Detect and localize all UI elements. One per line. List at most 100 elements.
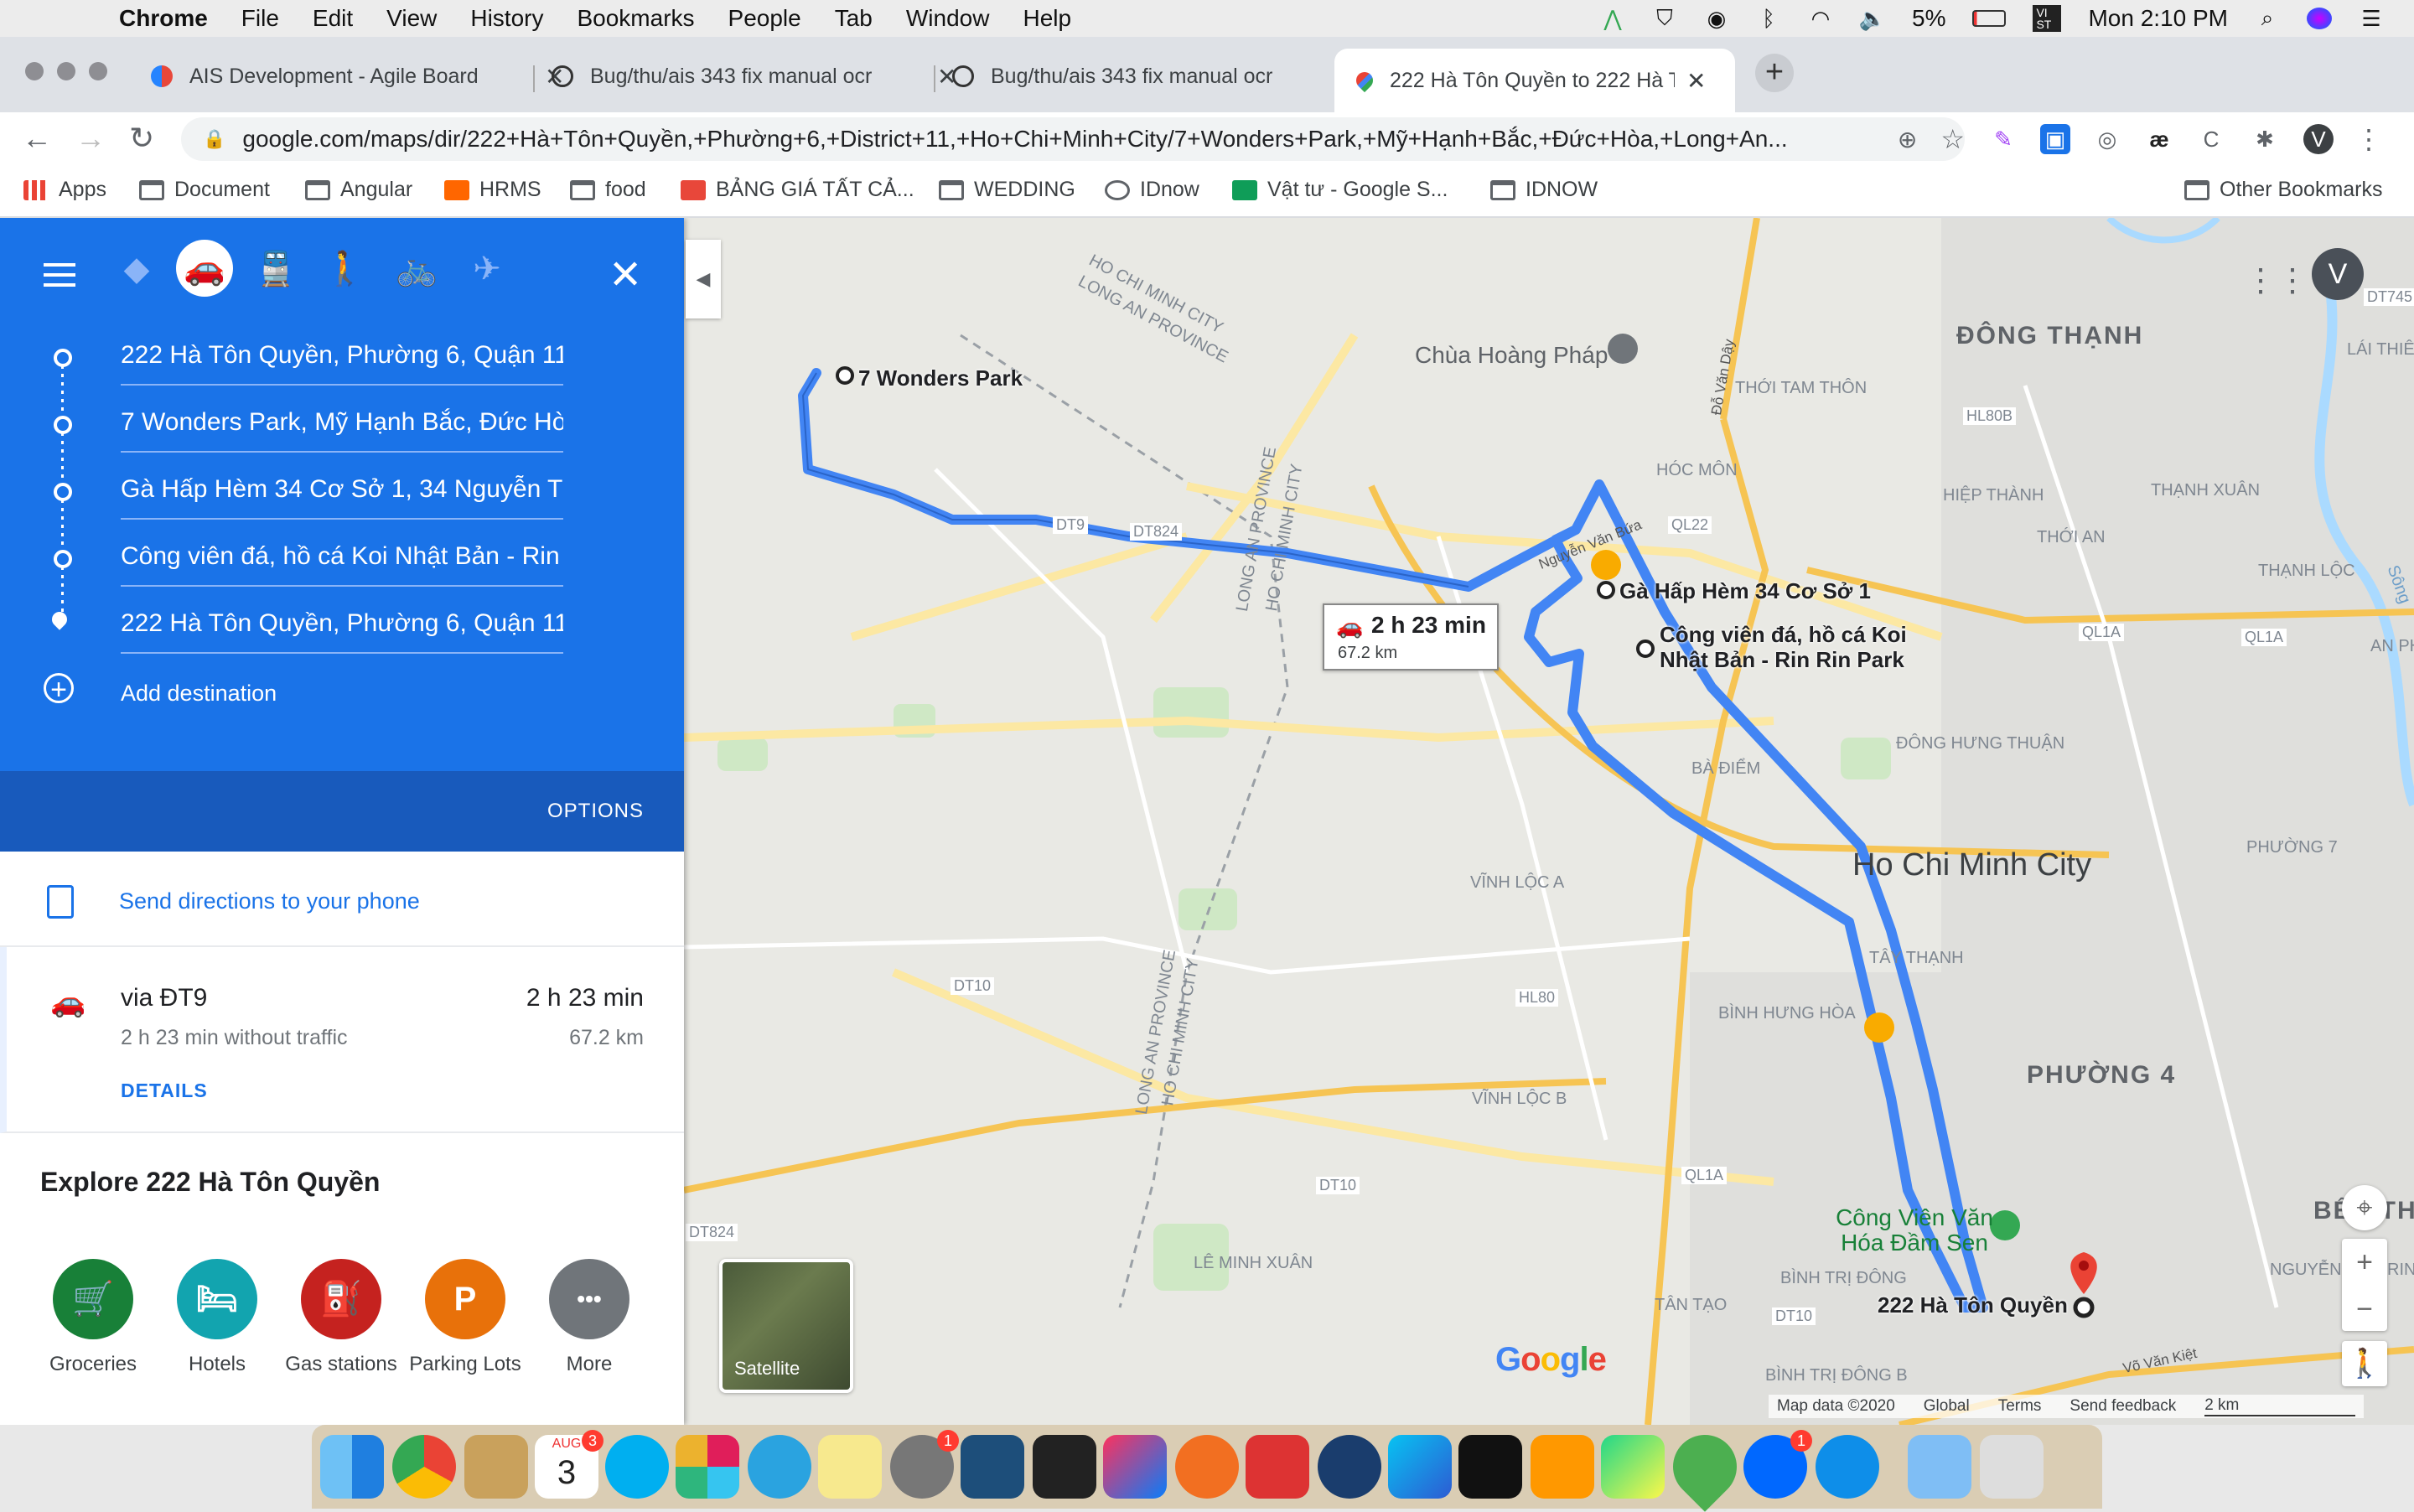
wifi-icon[interactable]: ◠ (1808, 6, 1833, 31)
label-ga-hap[interactable]: Gà Hấp Hèm 34 Cơ Sở 1 (1619, 578, 1871, 604)
downloads-folder-icon[interactable] (1908, 1435, 1971, 1499)
install-icon[interactable]: ⊕ (1898, 126, 1917, 153)
notification-center-icon[interactable]: ☰ (2359, 6, 2384, 31)
label-7-wonders[interactable]: 7 Wonders Park (858, 365, 1023, 391)
cycling-mode-icon[interactable]: 🚲 (394, 246, 439, 292)
my-location-icon[interactable]: ⌖ (2342, 1185, 2387, 1230)
telegram-icon[interactable] (748, 1435, 811, 1499)
label-dam-sen-park[interactable]: Công Viên Văn Hóa Đầm Sen (1831, 1205, 1998, 1256)
saved-place-star-icon[interactable] (1591, 550, 1621, 580)
explore-hotels[interactable]: 🛏 Hotels (156, 1259, 278, 1376)
send-feedback-link[interactable]: Send feedback (2070, 1397, 2176, 1416)
waypoint-input-2[interactable]: 7 Wonders Park, Mỹ Hạnh Bắc, Đức Hòa, Lo… (121, 402, 563, 453)
add-destination-button[interactable]: Add destination (121, 681, 277, 707)
saved-place-star-icon[interactable] (1864, 1012, 1894, 1043)
url-text[interactable]: google.com/maps/dir/222+Hà+Tôn+Quyền,+Ph… (242, 126, 1890, 153)
bookmark-idnow-folder[interactable]: IDNOW (1490, 178, 1598, 202)
webstorm-icon[interactable] (1388, 1435, 1452, 1499)
collapse-panel-button[interactable]: ◀ (686, 240, 721, 318)
bookmark-document[interactable]: Document (139, 178, 270, 202)
waypoint-input-destination[interactable]: 222 Hà Tôn Quyền, Phường 6, Quận 11, Thà… (121, 603, 563, 654)
satellite-layer-toggle[interactable]: Satellite (719, 1259, 853, 1393)
slack-icon[interactable] (676, 1435, 739, 1499)
system-preferences-icon[interactable]: 1 (890, 1430, 959, 1499)
postman-icon[interactable] (1175, 1435, 1239, 1499)
route-details-button[interactable]: DETAILS (121, 1080, 208, 1102)
notes-icon[interactable] (818, 1435, 882, 1499)
menu-edit[interactable]: Edit (313, 5, 353, 32)
map-viewport[interactable]: 7 Wonders Park Gà Hấp Hèm 34 Cơ Sở 1 Côn… (0, 218, 2414, 1425)
bookmark-angular[interactable]: Angular (305, 178, 412, 202)
window-zoom-button[interactable] (89, 62, 107, 80)
waypoint-input-4[interactable]: Công viên đá, hồ cá Koi Nhật Bản - Rin R… (121, 536, 563, 587)
chrome-menu-icon[interactable]: ⋮ (2354, 124, 2384, 154)
label-koi-park[interactable]: Công viên đá, hồ cá Koi Nhật Bản - Rin R… (1660, 622, 1928, 672)
input-source-icon[interactable]: VI ST (2033, 5, 2062, 32)
scale-bar[interactable]: 2 km (2204, 1396, 2356, 1416)
bookmark-vat-tu[interactable]: Vật tư - Google S... (1232, 178, 1448, 202)
flight-mode-icon[interactable]: ✈ (464, 246, 510, 292)
back-arrow-icon[interactable]: ← (22, 121, 52, 156)
best-route-mode-icon[interactable]: ◆ (114, 246, 159, 292)
window-close-button[interactable] (25, 62, 44, 80)
siri-icon[interactable] (2307, 8, 2332, 29)
bookmark-other[interactable]: Other Bookmarks (2184, 178, 2383, 202)
intellij-icon[interactable] (1103, 1435, 1167, 1499)
waypoint-home[interactable] (2073, 1297, 2095, 1318)
label-pagoda[interactable]: Chùa Hoàng Pháp (1415, 342, 1608, 369)
menubar-clock[interactable]: Mon 2:10 PM (2088, 5, 2228, 32)
bookmark-apps[interactable]: Apps (23, 178, 106, 202)
mysql-workbench-icon[interactable] (961, 1435, 1024, 1499)
extension-reader-icon[interactable]: ▣ (2040, 124, 2070, 154)
menu-history[interactable]: History (470, 5, 543, 32)
bookmark-idnow[interactable]: IDnow (1105, 178, 1199, 202)
reload-icon[interactable]: ↻ (129, 121, 154, 156)
explore-gas-stations[interactable]: ⛽ Gas stations (280, 1259, 402, 1376)
send-to-phone-link[interactable]: Send directions to your phone (119, 888, 420, 914)
trash-icon[interactable] (1980, 1435, 2044, 1499)
menu-tab[interactable]: Tab (835, 5, 873, 32)
sublime-icon[interactable] (1531, 1435, 1594, 1499)
close-directions-icon[interactable]: ✕ (609, 251, 642, 298)
profile-avatar[interactable]: V (2303, 124, 2334, 154)
menu-people[interactable]: People (728, 5, 801, 32)
status-shield-icon[interactable]: ⛉ (1652, 5, 1677, 30)
chrome-icon[interactable] (392, 1435, 456, 1499)
menu-hamburger-icon[interactable] (44, 263, 75, 293)
menu-help[interactable]: Help (1023, 5, 1071, 32)
bookmark-hrms[interactable]: HRMS (444, 178, 541, 202)
waypoint-ga-hap[interactable] (1597, 581, 1615, 599)
route-duration-callout[interactable]: 🚗 2 h 23 min 67.2 km (1323, 603, 1499, 671)
zoom-in-button[interactable]: + (2342, 1239, 2387, 1286)
window-minimize-button[interactable] (57, 62, 75, 80)
skype-icon[interactable] (605, 1435, 669, 1499)
new-tab-button[interactable]: + (1755, 54, 1794, 92)
driving-mode-icon[interactable]: 🚗 (176, 240, 233, 297)
preview-icon[interactable] (464, 1435, 528, 1499)
calendar-icon[interactable]: AUG 3 3 (535, 1430, 604, 1499)
tab-github-2[interactable]: Bug/thu/ais 343 fix manual ocr ✕ (952, 50, 1357, 102)
zoom-out-button[interactable]: − (2342, 1286, 2387, 1333)
extension-c-icon[interactable]: C (2196, 124, 2226, 154)
explore-parking[interactable]: P Parking Lots (404, 1259, 526, 1376)
options-button[interactable]: OPTIONS (547, 800, 644, 823)
sourcetree-icon[interactable] (1660, 1421, 1750, 1512)
status-vpn-icon[interactable]: ◉ (1704, 6, 1729, 31)
extension-pen-icon[interactable]: ✎ (1988, 124, 2018, 154)
waypoint-7-wonders[interactable] (836, 366, 854, 385)
iterm-icon[interactable] (1458, 1435, 1522, 1499)
lock-icon[interactable]: 🔒 (203, 128, 225, 150)
bookmark-star-icon[interactable]: ☆ (1940, 123, 1965, 155)
tab-close-icon[interactable]: ✕ (1686, 67, 1706, 95)
menu-app-name[interactable]: Chrome (119, 5, 208, 32)
zalo-icon[interactable]: 1 (1743, 1430, 1812, 1499)
label-home[interactable]: 222 Hà Tôn Quyền (1878, 1292, 2068, 1318)
add-destination-icon[interactable]: + (44, 673, 74, 704)
status-app-icon[interactable]: ⋀ (1600, 6, 1625, 31)
address-bar[interactable]: 🔒 google.com/maps/dir/222+Hà+Tôn+Quyền,+… (181, 117, 1965, 161)
extensions-puzzle-icon[interactable]: ✱ (2250, 124, 2280, 154)
explore-groceries[interactable]: 🛒 Groceries (32, 1259, 154, 1376)
tab-agile-board[interactable]: AIS Development - Agile Board ✕ (151, 50, 564, 102)
terminal-icon[interactable] (1033, 1435, 1096, 1499)
waypoint-koi-park[interactable] (1636, 639, 1655, 658)
